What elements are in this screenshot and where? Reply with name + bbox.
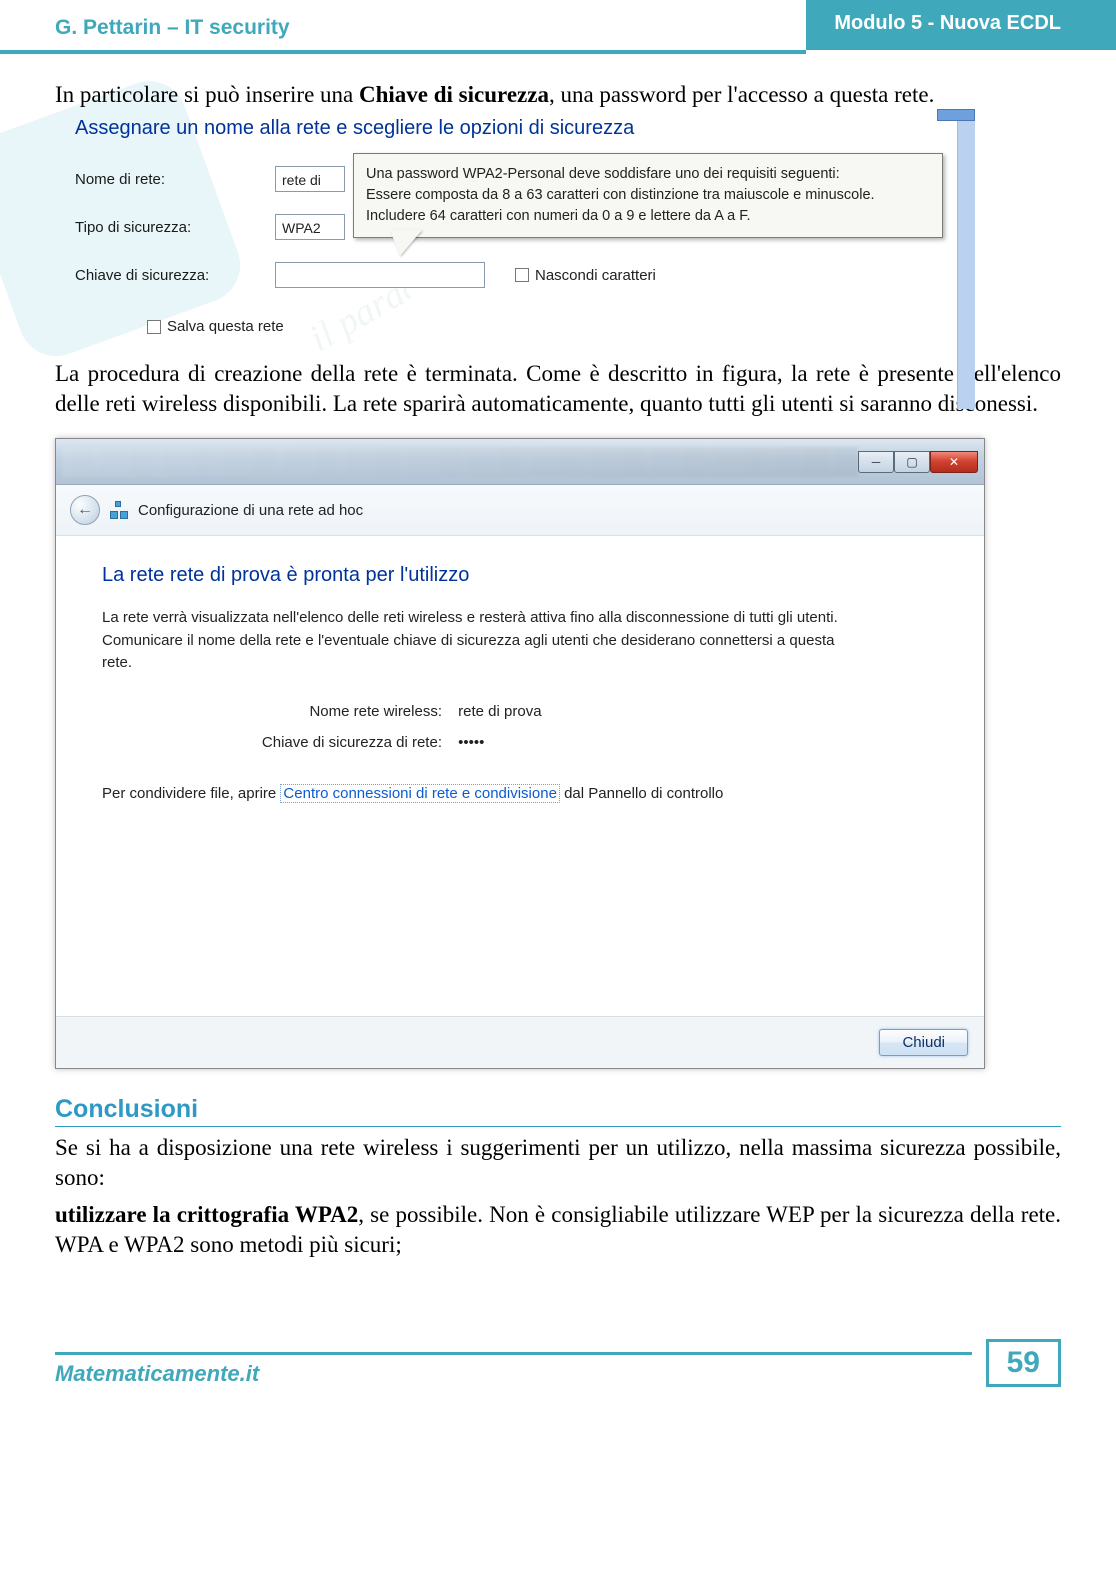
label-hide-chars: Nascondi caratteri xyxy=(535,267,656,284)
screenshot-wizard-window: ─ ▢ ✕ ← Configurazione di una rete ad ho… xyxy=(55,438,985,1069)
select-security-type[interactable]: WPA2 xyxy=(275,214,345,240)
maximize-button[interactable]: ▢ xyxy=(894,451,930,473)
arrow-left-icon: ← xyxy=(77,501,93,519)
header-author: G. Pettarin – IT security xyxy=(0,4,806,54)
tooltip-wpa2-requirements: Una password WPA2-Personal deve soddisfa… xyxy=(353,153,943,238)
intro-pre: In particolare si può inserire una xyxy=(55,82,359,107)
tooltip-line-2: Essere composta da 8 a 63 caratteri con … xyxy=(366,185,930,206)
input-network-name[interactable]: rete di xyxy=(275,166,345,192)
breadcrumb-text: Configurazione di una rete ad hoc xyxy=(138,502,363,519)
value-wireless-name: rete di prova xyxy=(458,703,541,720)
label-save-network: Salva questa rete xyxy=(167,318,284,335)
procedure-paragraph: La procedura di creazione della rete è t… xyxy=(55,359,1061,418)
intro-post: , una password per l'accesso a questa re… xyxy=(549,82,934,107)
dialog-title: Assegnare un nome alla rete e scegliere … xyxy=(75,117,975,140)
share-pre: Per condividere file, aprire xyxy=(102,785,280,802)
window-right-border xyxy=(957,109,975,409)
close-window-button[interactable]: ✕ xyxy=(930,451,978,473)
intro-bold: Chiave di sicurezza xyxy=(359,82,549,107)
checkbox-save-network[interactable] xyxy=(147,320,161,334)
screenshot-network-options: Assegnare un nome alla rete e scegliere … xyxy=(75,117,975,335)
back-button[interactable]: ← xyxy=(70,495,100,525)
section-title-conclusions: Conclusioni xyxy=(55,1095,1061,1127)
conclusion-bold: utilizzare la crittografia WPA2 xyxy=(55,1202,358,1227)
conclusion-intro: Se si ha a disposizione una rete wireles… xyxy=(55,1133,1061,1192)
tooltip-line-1: Una password WPA2-Personal deve soddisfa… xyxy=(366,164,930,185)
intro-paragraph: In particolare si può inserire una Chiav… xyxy=(55,80,1061,109)
window-titlebar: ─ ▢ ✕ xyxy=(56,439,984,485)
network-icon xyxy=(110,501,128,519)
tooltip-line-3: Includere 64 caratteri con numeri da 0 a… xyxy=(366,206,930,227)
wizard-footer: Chiudi xyxy=(56,1016,984,1068)
window-corner-accent xyxy=(937,109,975,121)
share-files-text: Per condividere file, aprire Centro conn… xyxy=(102,785,938,802)
label-security-key: Chiave di sicurezza: xyxy=(75,267,275,284)
wizard-breadcrumb-bar: ← Configurazione di una rete ad hoc xyxy=(56,485,984,536)
page-number: 59 xyxy=(986,1339,1061,1387)
tooltip-tail-icon xyxy=(390,230,422,256)
header-module: Modulo 5 - Nuova ECDL xyxy=(806,0,1116,50)
footer-site: Matematicamente.it xyxy=(55,1352,972,1387)
conclusion-item-1: utilizzare la crittografia WPA2, se poss… xyxy=(55,1200,1061,1259)
label-wireless-name: Nome rete wireless: xyxy=(232,703,442,720)
value-network-key: ••••• xyxy=(458,734,484,751)
wizard-heading: La rete rete di prova è pronta per l'uti… xyxy=(102,564,938,587)
minimize-button[interactable]: ─ xyxy=(858,451,894,473)
label-network-key: Chiave di sicurezza di rete: xyxy=(232,734,442,751)
label-network-name: Nome di rete: xyxy=(75,171,275,188)
close-button[interactable]: Chiudi xyxy=(879,1029,968,1056)
titlebar-blur xyxy=(62,447,858,477)
label-security-type: Tipo di sicurezza: xyxy=(75,219,275,236)
link-network-center[interactable]: Centro connessioni di rete e condivision… xyxy=(280,784,560,803)
input-security-key[interactable] xyxy=(275,262,485,288)
checkbox-hide-chars[interactable] xyxy=(515,268,529,282)
share-post: dal Pannello di controllo xyxy=(560,785,723,802)
wizard-description: La rete verrà visualizzata nell'elenco d… xyxy=(102,607,862,675)
